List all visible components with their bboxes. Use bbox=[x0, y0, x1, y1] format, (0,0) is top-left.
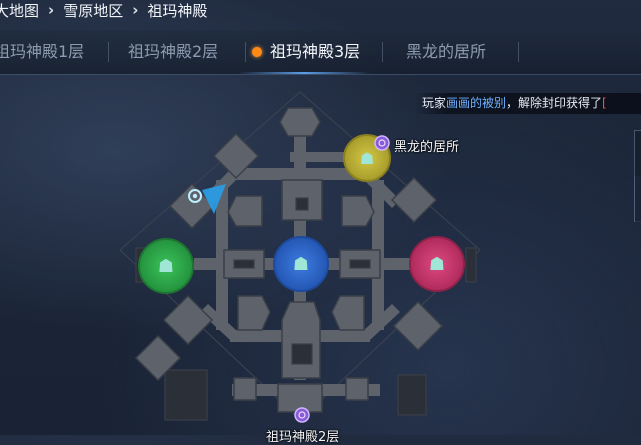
boss-marker-blue[interactable]: ☗ bbox=[273, 236, 329, 292]
dungeon-map[interactable]: ☗ ☗ ☗ ☗ bbox=[0, 0, 641, 435]
portal-spiral-icon[interactable] bbox=[294, 407, 310, 423]
label-floor-exit[interactable]: 祖玛神殿2层 bbox=[266, 426, 339, 445]
dragon-head-icon: ☗ bbox=[293, 254, 309, 275]
label-black-dragon-lair[interactable]: 黑龙的居所 bbox=[394, 136, 459, 155]
boss-marker-green[interactable]: ☗ bbox=[138, 238, 194, 294]
dragon-head-icon: ☗ bbox=[360, 149, 374, 168]
boss-marker-pink[interactable]: ☗ bbox=[409, 236, 465, 292]
dragon-head-icon: ☗ bbox=[158, 256, 174, 277]
portal-spiral-icon[interactable] bbox=[374, 135, 390, 151]
dragon-head-icon: ☗ bbox=[429, 254, 445, 275]
